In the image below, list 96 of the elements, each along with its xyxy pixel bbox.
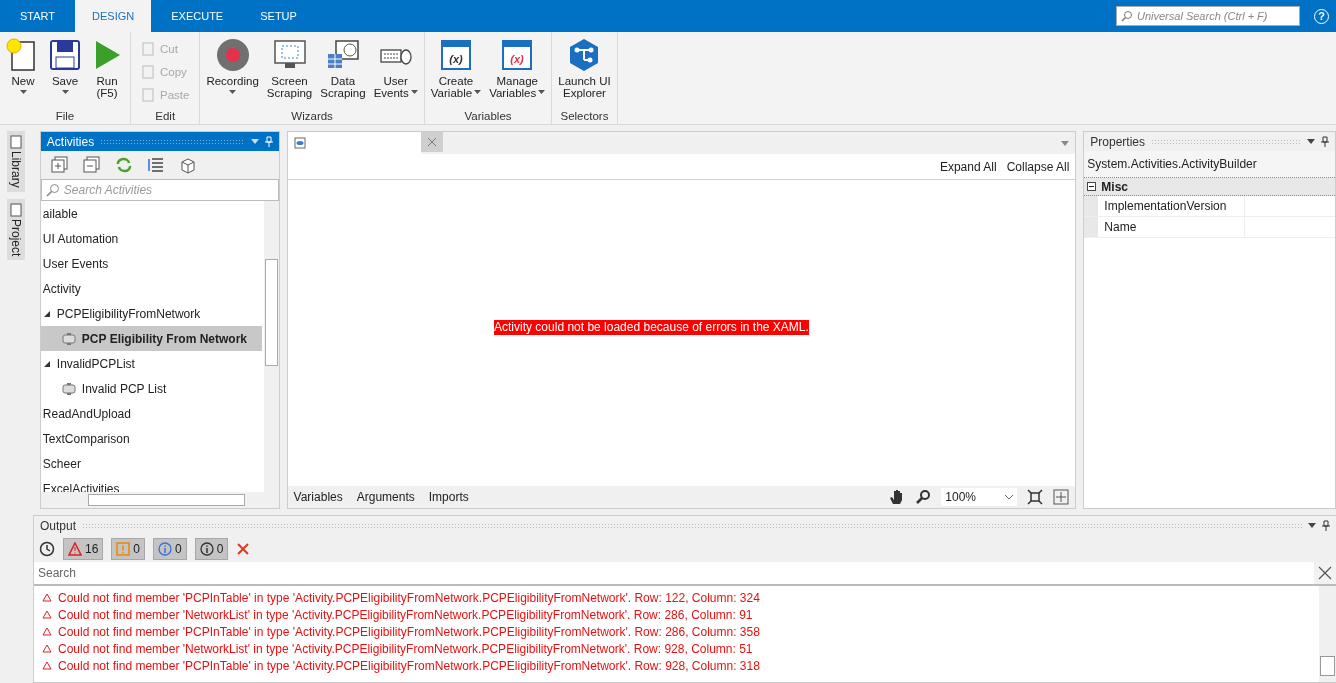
message-filter-button[interactable]: 0 [153,537,187,560]
property-name: Name [1098,217,1246,237]
ribbon-button[interactable]: Recording [204,36,261,108]
ribbon-button[interactable]: Screen Scraping [264,36,315,108]
scrollbar[interactable] [1319,586,1336,682]
info-icon [199,541,214,556]
collapse-icon[interactable] [82,156,101,174]
ribbon-group-label: Variables [463,109,513,122]
collapse-all-link[interactable]: Collapse All [1006,159,1070,174]
panel-title: Activities [46,134,95,149]
designer-tab[interactable]: Arguments [356,490,415,504]
expand-icon[interactable] [50,156,69,174]
activity-icon [61,331,76,346]
scrollbar[interactable] [40,492,279,508]
ribbon-tab[interactable]: SETUP [243,0,314,32]
close-icon[interactable] [420,132,443,152]
pin-icon[interactable] [1322,520,1330,531]
variable-window-icon: (x) [500,38,535,72]
clock-icon[interactable] [39,540,55,557]
exclamation-box-icon [116,541,131,556]
expand-arrow-icon[interactable] [42,359,51,368]
message-filter-button[interactable]: 16 [63,537,104,560]
tree-item[interactable]: PCPEligibilityFromNetwork [40,301,264,326]
zoom-dropdown[interactable]: 100% [941,488,1018,506]
panel-title: Properties [1090,134,1146,149]
error-message: Could not find member 'PCPInTable' in type 'Activity.PCPEligibilityFromNetwork.PCPEligibilityFromNetwork'. Row: 286, Column: 358 [58,624,760,639]
ribbon-tab[interactable]: DESIGN [75,0,152,32]
tree-item[interactable]: TextComparison [40,426,264,451]
search-icon [1121,10,1133,22]
expand-arrow-icon[interactable] [42,309,51,318]
warning-triangle-icon [68,541,82,556]
ribbon-button[interactable]: User Events [371,36,420,108]
tree-item[interactable]: InvalidPCPList [40,351,264,376]
ribbon-tab[interactable]: START [3,0,73,32]
error-message: Could not find member 'PCPInTable' in type 'Activity.PCPEligibilityFromNetwork.PCPEligibilityFromNetwork'. Row: 928, Column: 318 [58,658,760,673]
category-label: Misc [1101,179,1129,194]
package-icon[interactable] [178,156,197,174]
tree-item[interactable]: ReadAndUpload [40,401,264,426]
error-message: Could not find member 'NetworkList' in type 'Activity.PCPEligibilityFromNetwork.PCPEligibilityFromNetwork'. Row: 286, Column: 91 [58,607,753,622]
tree-item[interactable]: ExcelActivities [40,476,264,492]
ribbon-group-label: Wizards [290,109,334,122]
overview-icon[interactable] [1053,489,1070,505]
refresh-icon[interactable] [114,156,133,174]
tree-item[interactable]: Scheer [40,451,264,476]
search-icon [45,183,60,197]
ribbon-group-label: Selectors [559,109,610,122]
side-tab[interactable]: Library [7,131,25,192]
fit-screen-icon[interactable] [1027,489,1044,505]
ribbon-group-label: Edit [154,109,177,122]
ribbon-button[interactable]: (x) Create Variable [428,36,484,108]
dropdown-caret-icon[interactable] [1307,139,1315,144]
tree-item[interactable]: Activity [40,276,264,301]
ribbon-button[interactable]: Data Scraping [318,36,368,108]
property-name: ImplementationVersion [1098,196,1246,216]
dropdown-caret-icon [1005,494,1014,500]
document-icon [10,202,22,217]
designer-tab[interactable]: Variables [293,490,343,504]
ribbon-tab[interactable]: EXECUTE [154,0,241,32]
side-tab[interactable]: Project [7,198,25,261]
message-filter-button[interactable]: 0 [111,537,146,560]
ribbon-button[interactable]: New [4,36,42,108]
search-activities-field[interactable]: Search Activities [40,179,279,201]
dropdown-caret-icon[interactable] [250,139,259,144]
info-icon [158,541,173,556]
message-filter-button[interactable]: 0 [194,537,229,560]
tree-item[interactable]: Invalid PCP List [40,376,264,401]
tree-item[interactable]: ailable [40,201,264,226]
expand-all-link[interactable]: Expand All [939,159,997,174]
minus-box-icon[interactable] [1087,182,1097,191]
dropdown-caret-icon[interactable] [1308,523,1316,528]
error-message: Could not find member 'PCPInTable' in type 'Activity.PCPEligibilityFromNetwork.PCPEligibilityFromNetwork'. Row: 122, Column: 324 [58,590,760,605]
object-type: System.Activities.ActivityBuilder [1084,151,1335,178]
ribbon-button[interactable]: (x) Manage Variables [487,36,548,108]
ribbon-button[interactable]: Launch UI Explorer [556,36,613,108]
activity-icon [61,381,76,396]
ribbon-button[interactable]: Save [46,36,84,108]
document-icon [10,135,22,149]
ribbon-group-label: File [54,109,76,122]
output-search-field[interactable]: Search [34,562,1314,584]
designer-tab[interactable]: Imports [428,490,469,504]
record-icon [215,38,250,72]
search-icon[interactable] [915,489,932,505]
tree-item[interactable]: PCP Eligibility From Network [40,326,262,351]
tree-item[interactable]: UI Automation [40,226,264,251]
scrollbar[interactable] [263,201,279,492]
error-message: Could not find member 'NetworkList' in type 'Activity.PCPEligibilityFromNetwork.PCPEligibilityFromNetwork'. Row: 928, Column: 51 [58,641,753,656]
workflow-icon [293,137,306,149]
universal-search-field[interactable]: Universal Search (Ctrl + F) [1116,6,1300,26]
pin-icon[interactable] [1321,136,1329,147]
variable-window-icon: (x) [438,38,473,72]
clear-icon[interactable] [236,541,251,556]
list-icon[interactable] [146,156,165,174]
panel-title: Output [40,518,77,533]
ribbon-button[interactable]: Run (F5) [88,36,126,108]
tree-item[interactable]: User Events [40,251,264,276]
error-message: Activity could not be loaded because of errors in the XAML. [494,320,809,335]
